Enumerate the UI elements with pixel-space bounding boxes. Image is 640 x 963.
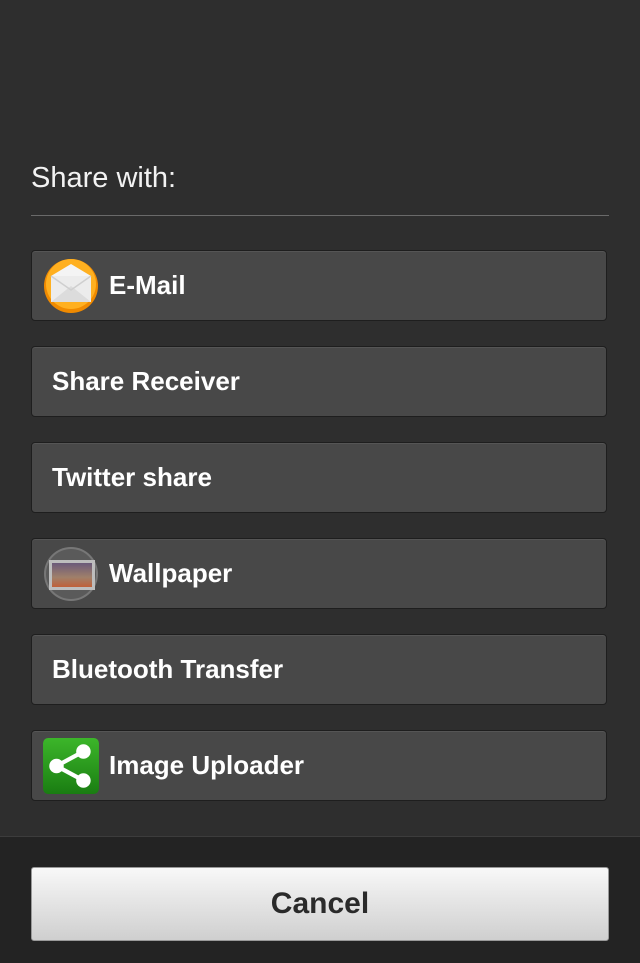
share-option-image-uploader[interactable]: Image Uploader — [31, 730, 607, 801]
share-option-label: E-Mail — [109, 270, 186, 300]
cancel-button[interactable]: Cancel — [31, 867, 609, 941]
share-icon — [43, 737, 99, 794]
share-option-wallpaper[interactable]: Wallpaper — [31, 538, 607, 609]
share-title: Share with: — [31, 162, 177, 194]
share-option-label: Bluetooth Transfer — [52, 654, 284, 684]
share-option-label: Share Receiver — [52, 366, 240, 396]
share-option-share-receiver[interactable]: Share Receiver — [31, 346, 607, 417]
wallpaper-icon — [44, 546, 98, 601]
share-option-label: Image Uploader — [109, 750, 305, 780]
share-option-label: Twitter share — [52, 462, 212, 492]
email-icon — [44, 258, 98, 313]
share-sheet: Share with: E-Mail Share Receiver Twitte… — [0, 0, 640, 836]
share-option-bluetooth[interactable]: Bluetooth Transfer — [31, 634, 607, 705]
share-option-label: Wallpaper — [109, 558, 233, 588]
divider — [31, 215, 609, 216]
share-option-twitter[interactable]: Twitter share — [31, 442, 607, 513]
share-option-email[interactable]: E-Mail — [31, 250, 607, 321]
